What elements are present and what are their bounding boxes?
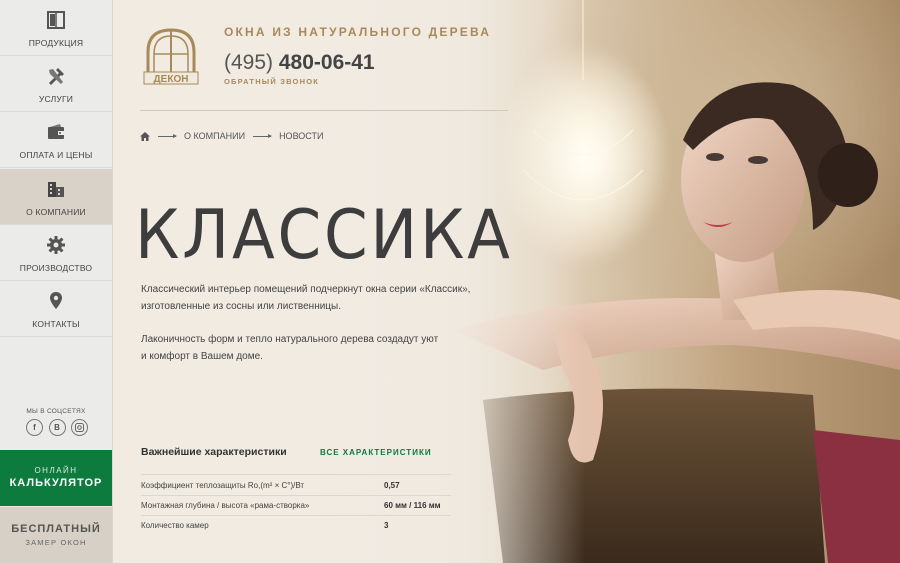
breadcrumb-arrow-icon xyxy=(158,133,177,138)
sidebar-item-label: УСЛУГИ xyxy=(38,94,74,104)
free-measure-button[interactable]: БЕСПЛАТНЫЙ ЗАМЕР ОКОН xyxy=(0,507,112,563)
instagram-glyph xyxy=(75,423,84,432)
feature-name: Количество камер xyxy=(141,521,209,530)
sidebar-item-label: КОНТАКТЫ xyxy=(32,319,80,329)
description-line: и комфорт в Вашем доме. xyxy=(141,351,263,362)
home-icon[interactable] xyxy=(140,131,150,141)
sidebar-item-contacts[interactable]: КОНТАКТЫ xyxy=(0,281,112,337)
online-calculator-button[interactable]: ОНЛАЙН КАЛЬКУЛЯТОР xyxy=(0,450,112,506)
feature-name: Монтажная глубина / высота «рама-створка… xyxy=(141,501,310,510)
social-title: МЫ В СОЦСЕТЯХ xyxy=(26,408,86,415)
tools-icon xyxy=(49,68,64,85)
building-icon xyxy=(48,182,64,197)
sidebar-item-label: ОПЛАТА И ЦЕНЫ xyxy=(19,150,93,160)
breadcrumb: О КОМПАНИИ НОВОСТИ xyxy=(140,131,323,141)
gear-icon xyxy=(47,236,65,254)
phone-digits: 480-06-41 xyxy=(278,51,375,74)
tagline: ОКНА ИЗ НАТУРАЛЬНОГО ДЕРЕВА xyxy=(224,25,492,39)
page-title: КЛАССИКА xyxy=(135,196,513,275)
main-hero: ДЕКОН ОКНА ИЗ НАТУРАЛЬНОГО ДЕРЕВА (495) … xyxy=(113,0,900,563)
description-line: изготовленные из сосны или лиственницы. xyxy=(141,301,342,312)
social-links: f В xyxy=(26,419,88,437)
feature-row: Монтажная глубина / высота «рама-створка… xyxy=(141,501,451,521)
sidebar: ПРОДУКЦИЯ УСЛУГИ ОПЛАТА И ЦЕНЫ О КОМПАНИ… xyxy=(0,0,113,563)
breadcrumb-arrow-icon xyxy=(253,133,273,138)
breadcrumb-news[interactable]: НОВОСТИ xyxy=(279,131,323,141)
all-features-link[interactable]: ВСЕ ХАРАКТЕРИСТИКИ xyxy=(320,448,432,457)
sidebar-item-about[interactable]: О КОМПАНИИ xyxy=(0,169,112,225)
sidebar-item-label: ПРОДУКЦИЯ xyxy=(28,38,84,48)
description-paragraph-2: Лаконичность форм и тепло натурального д… xyxy=(141,331,491,365)
feature-value: 3 xyxy=(384,521,389,530)
feature-value: 0,57 xyxy=(384,481,400,490)
description-paragraph-1: Классический интерьер помещений подчеркн… xyxy=(141,281,491,315)
feature-name: Коэффициент теплозащиты Ro,(m² × C°)/Вт xyxy=(141,481,305,490)
logo-text: ДЕКОН xyxy=(154,74,189,85)
description-line: Лаконичность форм и тепло натурального д… xyxy=(141,334,439,345)
feature-row: Количество камер 3 xyxy=(141,521,451,541)
sidebar-item-payment[interactable]: ОПЛАТА И ЦЕНЫ xyxy=(0,112,112,168)
breadcrumb-about[interactable]: О КОМПАНИИ xyxy=(184,131,245,141)
wallet-icon xyxy=(48,124,64,139)
phone-number[interactable]: (495) 480-06-41 xyxy=(224,51,375,75)
feature-value: 60 мм / 116 мм xyxy=(384,501,441,510)
calc-big-label: КАЛЬКУЛЯТОР xyxy=(9,477,103,489)
sidebar-item-production[interactable]: ПРОИЗВОДСТВО xyxy=(0,225,112,281)
feature-divider xyxy=(141,515,451,516)
facebook-icon[interactable]: f xyxy=(26,419,43,436)
feature-divider xyxy=(141,474,451,475)
location-pin-icon xyxy=(50,292,62,309)
feature-divider xyxy=(141,495,451,496)
company-logo[interactable]: ДЕКОН xyxy=(140,24,202,86)
features-title: Важнейшие характеристики xyxy=(141,446,287,458)
callback-link[interactable]: ОБРАТНЫЙ ЗВОНОК xyxy=(224,77,319,86)
phone-code: (495) xyxy=(224,51,274,74)
sidebar-item-label: О КОМПАНИИ xyxy=(26,207,86,217)
feature-row: Коэффициент теплозащиты Ro,(m² × C°)/Вт … xyxy=(141,481,451,501)
instagram-icon[interactable] xyxy=(71,419,88,436)
description-line: Классический интерьер помещений подчеркн… xyxy=(141,284,471,295)
window-icon xyxy=(47,11,65,29)
measure-big-label: БЕСПЛАТНЫЙ xyxy=(11,523,101,535)
sidebar-item-label: ПРОИЗВОДСТВО xyxy=(19,263,93,273)
sidebar-item-services[interactable]: УСЛУГИ xyxy=(0,56,112,112)
measure-small-label: ЗАМЕР ОКОН xyxy=(25,538,87,547)
sidebar-item-products[interactable]: ПРОДУКЦИЯ xyxy=(0,0,112,56)
vk-icon[interactable]: В xyxy=(48,419,66,436)
header-divider xyxy=(140,110,508,111)
calc-small-label: ОНЛАЙН xyxy=(34,466,78,475)
